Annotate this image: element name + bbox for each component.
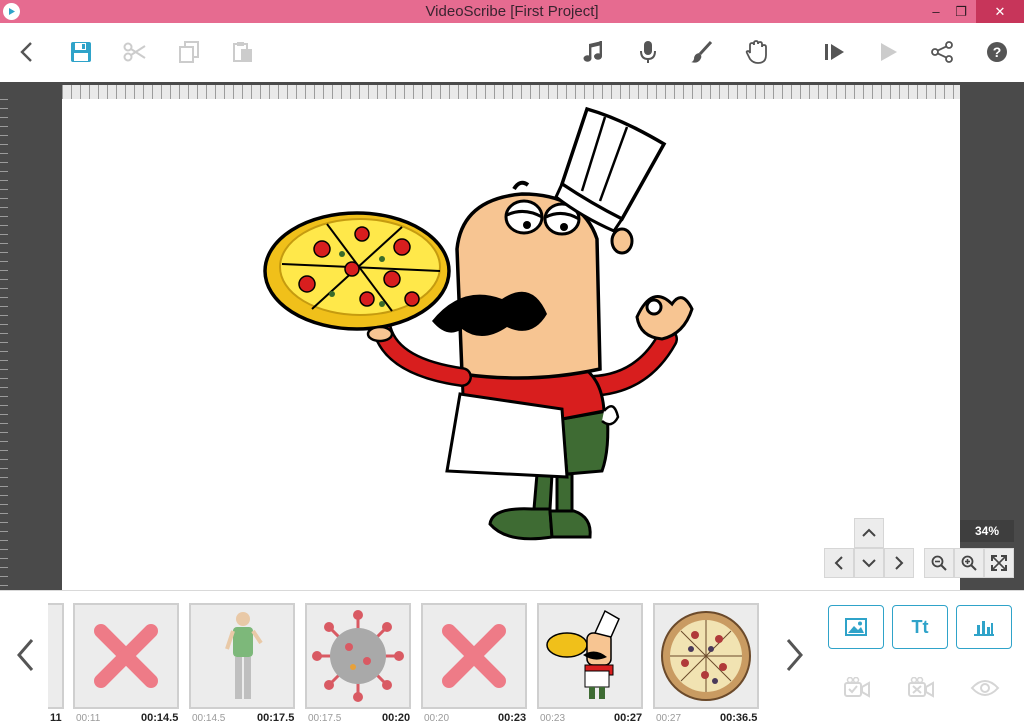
drawing-canvas[interactable] — [62, 99, 960, 590]
cut-icon[interactable] — [118, 35, 152, 69]
pan-left-button[interactable] — [824, 548, 854, 578]
hand-icon[interactable] — [739, 35, 773, 69]
pan-right-button[interactable] — [884, 548, 914, 578]
chart-icon — [974, 621, 994, 636]
thumb-2-end: 00:17.5 — [257, 712, 295, 724]
help-icon[interactable]: ? — [980, 35, 1014, 69]
share-icon[interactable] — [925, 35, 959, 69]
pizza-image — [661, 611, 751, 701]
fit-screen-button[interactable] — [984, 548, 1014, 578]
timeline-prev-button[interactable] — [12, 635, 38, 675]
preview-eye-icon[interactable] — [968, 673, 1002, 703]
brush-icon[interactable] — [685, 35, 719, 69]
close-button[interactable]: ✕ — [976, 0, 1024, 23]
svg-text:?: ? — [993, 44, 1002, 60]
save-icon[interactable] — [64, 35, 98, 69]
pan-up-button[interactable] — [854, 518, 884, 548]
play-icon[interactable] — [871, 35, 905, 69]
window-title: VideoScribe [First Project] — [425, 3, 599, 20]
timeline-thumb-missing-1[interactable] — [73, 603, 179, 709]
timeline-thumb-virus[interactable] — [305, 603, 411, 709]
thumb-1-end: 00:14.5 — [141, 712, 179, 724]
title-bar: VideoScribe [First Project] – ❐ ✕ — [0, 0, 1024, 23]
image-icon — [845, 618, 867, 636]
thumb-6-end: 00:36.5 — [720, 712, 758, 724]
back-icon[interactable] — [10, 35, 44, 69]
timeline-thumb-pizza[interactable] — [653, 603, 759, 709]
restore-button[interactable]: ❐ — [946, 0, 976, 23]
zoom-in-button[interactable] — [954, 548, 984, 578]
vertical-ruler — [0, 99, 8, 590]
music-icon[interactable] — [576, 35, 610, 69]
thumb-4-end: 00:23 — [498, 712, 527, 724]
horizontal-ruler — [62, 85, 960, 99]
timeline-thumb-missing-2[interactable] — [421, 603, 527, 709]
partial-end-time: 11 — [50, 712, 62, 724]
thumb-4-start: 00:20 — [424, 713, 450, 724]
missing-image-icon — [94, 624, 158, 688]
add-text-button[interactable]: Tt — [892, 605, 948, 649]
canvas-stage: 34% — [0, 82, 1024, 590]
copy-icon[interactable] — [172, 35, 206, 69]
thumb-5-end: 00:27 — [614, 712, 643, 724]
pan-down-button[interactable] — [854, 548, 884, 578]
thumb-3-start: 00:17.5 — [308, 713, 342, 724]
microphone-icon[interactable] — [631, 35, 665, 69]
virus-image — [312, 610, 404, 702]
thumb-1-start: 00:11 — [76, 713, 101, 724]
thumb-3-end: 00:20 — [382, 712, 411, 724]
thumb-2-start: 00:14.5 — [192, 713, 226, 724]
chef-image — [546, 609, 620, 699]
add-chart-button[interactable] — [956, 605, 1012, 649]
zoom-level: 34% — [960, 520, 1014, 542]
thumb-6-start: 00:27 — [656, 713, 682, 724]
play-from-icon[interactable] — [817, 35, 851, 69]
add-image-button[interactable] — [828, 605, 884, 649]
timeline-thumb-partial[interactable] — [48, 603, 64, 709]
timeline-thumb-chef[interactable] — [537, 603, 643, 709]
thumb-5-start: 00:23 — [540, 713, 566, 724]
missing-image-icon — [442, 624, 506, 688]
toolbar: ? — [0, 23, 1024, 82]
right-gutter — [960, 82, 1024, 590]
paste-icon[interactable] — [226, 35, 260, 69]
timeline-next-button[interactable] — [782, 635, 808, 675]
chef-pizza-illustration[interactable] — [62, 99, 960, 590]
camera-check-icon[interactable] — [840, 673, 874, 703]
timeline: 11 00:11 00:14.5 00:14.5 00:17.5 00:17.5… — [0, 590, 1024, 728]
man-image — [225, 612, 263, 699]
camera-remove-icon[interactable] — [904, 673, 938, 703]
zoom-out-button[interactable] — [924, 548, 954, 578]
timeline-thumb-man[interactable] — [189, 603, 295, 709]
